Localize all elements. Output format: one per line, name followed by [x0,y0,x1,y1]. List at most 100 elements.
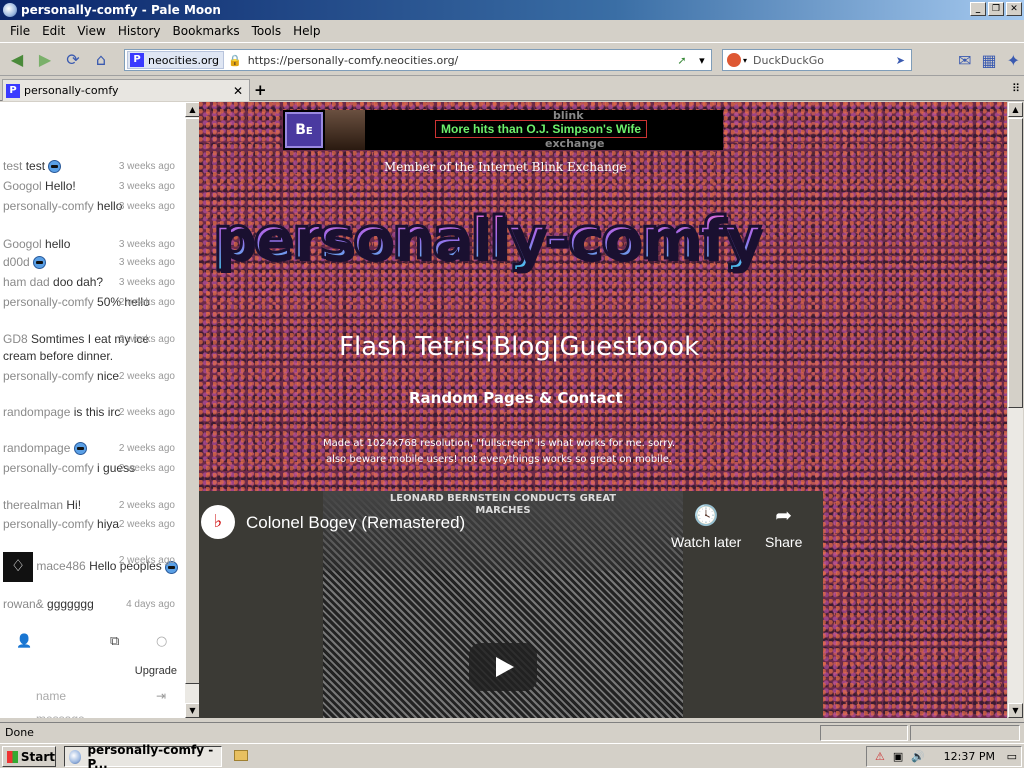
reload-icon[interactable]: ⟳ [62,48,84,70]
start-button[interactable]: Start [2,746,56,767]
chat-time: 2 weeks ago [118,555,175,566]
clock-icon: 🕓 [693,505,719,527]
chat-nick[interactable]: personally-comfy [3,369,94,383]
random-pages-link[interactable]: Random Pages & Contact [409,389,623,407]
chat-nick[interactable]: test [3,159,22,173]
lock-icon: 🔒 [227,53,242,67]
menu-file[interactable]: File [4,24,36,38]
new-tab-button[interactable]: + [254,81,267,99]
user-icon[interactable]: 👤 [16,634,32,649]
popout-icon[interactable]: ⧉ [110,634,119,649]
chat-text: hello [45,237,71,251]
status-circle-icon[interactable]: ○ [156,634,167,649]
menu-history[interactable]: History [112,24,167,38]
tab-title: personally-comfy [24,84,119,97]
video-title[interactable]: Colonel Bogey (Remastered) [246,513,465,533]
tab-favicon-icon: P [6,83,20,98]
member-text: Member of the Internet Blink Exchange [384,160,627,174]
chat-nick[interactable]: randompage [3,405,70,419]
status-pane-1 [820,725,908,741]
tab-close-icon[interactable]: ✕ [233,84,243,98]
menu-tools[interactable]: Tools [246,24,288,38]
menu-edit[interactable]: Edit [36,24,71,38]
chat-nick[interactable]: personally-comfy [3,461,94,475]
chat-nick[interactable]: d00d [3,255,30,269]
message-placeholder: message [36,712,85,718]
message-field[interactable]: message [0,710,180,718]
go-arrow-icon[interactable]: ➚ [677,54,686,67]
monitor-icon[interactable]: ▭ [1007,750,1017,763]
chat-nick[interactable]: mace486 [36,559,85,573]
folder-icon[interactable] [234,750,248,761]
login-icon[interactable]: ⇥ [156,689,166,703]
upgrade-link[interactable]: Upgrade [135,665,177,677]
share-label: Share [765,534,803,550]
pale-moon-task-icon [69,749,82,764]
name-field[interactable]: name ⇥ [0,686,180,706]
page-scroll-down-icon[interactable]: ▼ [1008,703,1023,718]
sidebar-scroll-thumb[interactable] [185,118,200,684]
close-button[interactable]: ✕ [1006,2,1022,16]
forward-arrow-icon[interactable]: ▶ [34,48,56,70]
network-icon[interactable]: ▣ [893,750,903,763]
share-button[interactable]: ➦ Share [765,503,802,550]
maximize-button[interactable]: ❐ [988,2,1004,16]
back-arrow-icon[interactable]: ◀ [6,48,28,70]
chat-message: d00d 3 weeks ago [3,254,179,271]
chat-nick[interactable]: ham dad [3,275,50,289]
chat-nick[interactable]: Googol [3,237,42,251]
bookmark-icon[interactable]: ✉ [958,51,971,70]
blink-exchange-banner[interactable]: BE blink More hits than O.J. Simpson's W… [283,109,723,150]
page-scroll-thumb[interactable] [1008,118,1023,408]
site-identity[interactable]: P neocities.org [127,51,224,69]
watch-later-button[interactable]: 🕓 Watch later [671,503,741,550]
chat-nick[interactable]: personally-comfy [3,517,94,531]
chat-nick[interactable]: randompage [3,441,70,455]
url-input[interactable]: https://personally-comfy.neocities.org/ [248,54,671,67]
avatar[interactable]: ♢ [3,552,33,582]
duckduckgo-icon[interactable] [727,53,741,67]
minimize-button[interactable]: _ [970,2,986,16]
search-bar[interactable]: ▾ DuckDuckGo ➤ [722,49,912,71]
chat-time: 2 weeks ago [118,519,175,530]
chat-time: 2 weeks ago [118,407,175,418]
url-bar[interactable]: P neocities.org 🔒 https://personally-com… [124,49,712,71]
tab-list-icon[interactable]: ⠿ [1012,82,1020,95]
menu-view[interactable]: View [71,24,111,38]
chat-message: therealman Hi! 2 weeks ago [3,497,179,514]
pale-moon-icon [3,3,17,17]
volume-icon[interactable]: 🔊 [911,750,925,763]
play-button[interactable] [469,643,537,691]
channel-avatar-icon[interactable]: ♭ [201,505,235,539]
emoji-icon [73,442,87,456]
page-scrollbar[interactable]: ▲ ▼ [1008,102,1023,718]
sidebar-scrollbar[interactable]: ▲ ▼ [185,102,200,718]
chat-nick[interactable]: Googol [3,179,42,193]
banner-ad-text: More hits than O.J. Simpson's Wife [435,120,648,138]
chat-nick[interactable]: rowan& [3,597,44,611]
search-input[interactable]: DuckDuckGo [753,54,896,67]
home-icon[interactable]: ⌂ [90,48,112,70]
search-engine-dropdown-icon[interactable]: ▾ [743,56,747,65]
banner-bottom-text: exchange [545,137,605,150]
downloads-icon[interactable]: ▦ [981,51,996,70]
scroll-up-icon[interactable]: ▲ [185,102,200,117]
nav-links[interactable]: Flash Tetris|Blog|Guestbook [339,332,699,362]
chat-nick[interactable]: personally-comfy [3,199,94,213]
search-go-icon[interactable]: ➤ [896,54,905,67]
history-dropdown-icon[interactable]: ▾ [699,54,705,67]
chat-nick[interactable]: personally-comfy [3,295,94,309]
page-content: BE blink More hits than O.J. Simpson's W… [199,102,1007,718]
chat-nick[interactable]: therealman [3,498,63,512]
chat-nick[interactable]: GD8 [3,332,28,346]
scroll-down-icon[interactable]: ▼ [185,703,200,718]
page-scroll-up-icon[interactable]: ▲ [1008,102,1023,117]
chat-time: 2 weeks ago [118,443,175,454]
taskbar-item-pale-moon[interactable]: personally-comfy - P... [64,743,222,768]
addons-icon[interactable]: ✦ [1007,51,1020,70]
security-alert-icon[interactable]: ⚠ [875,750,885,763]
menu-help[interactable]: Help [287,24,326,38]
menu-bookmarks[interactable]: Bookmarks [167,24,246,38]
tab-personally-comfy[interactable]: P personally-comfy ✕ [2,79,250,101]
youtube-embed[interactable]: LEONARD BERNSTEIN CONDUCTS GREAT MARCHES… [199,491,823,718]
